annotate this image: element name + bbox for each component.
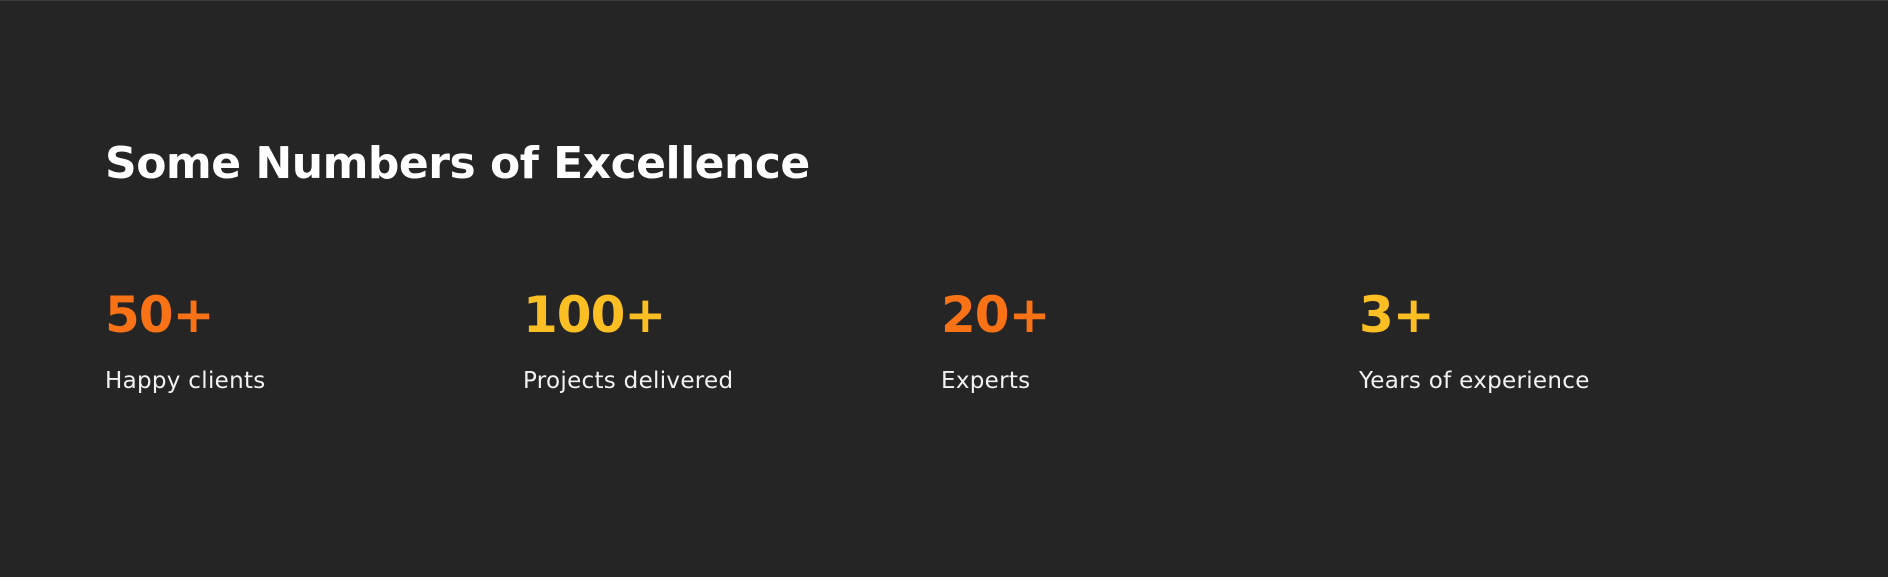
stat-value: 50+ bbox=[105, 286, 214, 344]
stat-item-experts: 20+ Experts bbox=[941, 287, 1359, 395]
stat-value: 100+ bbox=[523, 286, 666, 344]
stats-row: 50+ Happy clients 100+ Projects delivere… bbox=[105, 287, 1777, 395]
stats-section: Some Numbers of Excellence 50+ Happy cli… bbox=[0, 0, 1888, 577]
stat-label: Years of experience bbox=[1359, 368, 1590, 394]
stat-item-clients: 50+ Happy clients bbox=[105, 287, 523, 395]
stat-item-experience: 3+ Years of experience bbox=[1359, 287, 1777, 395]
stat-label: Experts bbox=[941, 368, 1031, 394]
section-title: Some Numbers of Excellence bbox=[105, 138, 810, 189]
stat-value: 20+ bbox=[941, 286, 1050, 344]
stat-item-projects: 100+ Projects delivered bbox=[523, 287, 941, 395]
stat-label: Happy clients bbox=[105, 368, 266, 394]
stat-value: 3+ bbox=[1359, 286, 1435, 344]
stat-label: Projects delivered bbox=[523, 368, 734, 394]
